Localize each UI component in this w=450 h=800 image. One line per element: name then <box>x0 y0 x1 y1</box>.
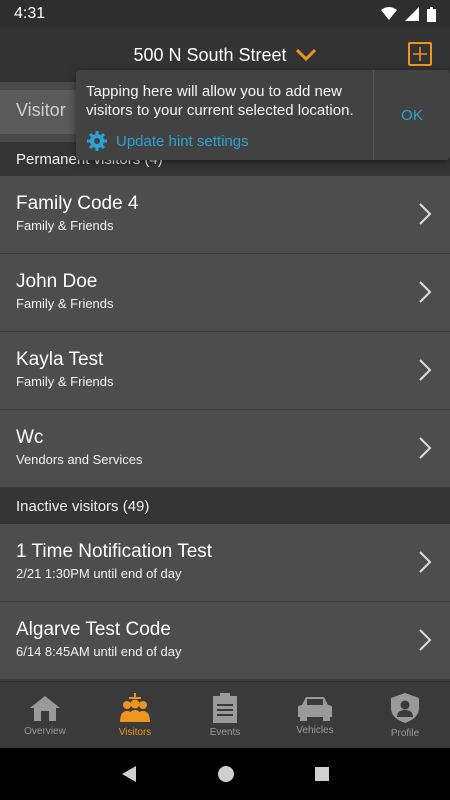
tab-profile[interactable]: Profile <box>360 682 450 748</box>
visitor-name: Kayla Test <box>16 349 104 370</box>
visitor-schedule: 6/14 8:45AM until end of day <box>16 644 182 659</box>
chevron-right-icon <box>419 281 432 303</box>
clipboard-icon <box>213 692 237 723</box>
status-bar: 4:31 <box>0 0 450 28</box>
visitor-name: John Doe <box>16 271 98 292</box>
chevron-right-icon <box>419 203 432 225</box>
car-icon <box>298 696 332 721</box>
chevron-down-icon <box>295 48 316 62</box>
shield-person-icon <box>391 692 419 723</box>
visitor-type: Family & Friends <box>16 374 114 389</box>
status-icons <box>381 6 436 22</box>
signal-icon <box>405 7 419 21</box>
visitor-type: Vendors and Services <box>16 452 143 467</box>
people-icon <box>120 692 150 722</box>
tab-label: Events <box>209 726 241 738</box>
list-item[interactable]: 1 Time Notification Test 2/21 1:30PM unt… <box>0 524 450 602</box>
visitor-type: Family & Friends <box>16 296 114 311</box>
visitor-name: 1 Time Notification Test <box>16 541 213 562</box>
add-visitor-button[interactable] <box>408 42 432 66</box>
section-label: Inactive visitors (49) <box>16 497 150 515</box>
chevron-right-icon <box>419 359 432 381</box>
tooltip-text: Tapping here will allow you to add new v… <box>86 83 354 119</box>
update-hint-settings-link[interactable]: Update hint settings <box>86 130 363 152</box>
tab-vehicles[interactable]: Vehicles <box>270 682 360 748</box>
tab-visitors[interactable]: Visitors <box>90 682 180 748</box>
location-selector[interactable]: 500 N South Street <box>133 45 316 66</box>
tab-label: Visitors <box>118 726 152 738</box>
visitor-name: Wc <box>16 427 44 448</box>
system-nav-bar <box>0 748 450 800</box>
tab-label: Vehicles <box>296 724 334 736</box>
section-header-inactive: Inactive visitors (49) <box>0 488 450 524</box>
location-label: 500 N South Street <box>133 44 287 65</box>
visitor-name: Algarve Test Code <box>16 619 171 640</box>
tab-label: Profile <box>390 727 420 739</box>
plus-icon <box>413 47 427 61</box>
recents-icon[interactable] <box>314 766 330 782</box>
tab-label: Overview <box>24 725 66 737</box>
visitor-type: Family & Friends <box>16 218 114 233</box>
chevron-right-icon <box>419 437 432 459</box>
visitor-name: Family Code 4 <box>16 193 139 214</box>
chevron-right-icon <box>419 629 432 651</box>
gear-icon <box>87 131 107 151</box>
wifi-icon <box>381 7 397 20</box>
list-item[interactable]: John Doe Family & Friends <box>0 254 450 332</box>
link-label: Update hint settings <box>116 132 249 150</box>
list-item[interactable]: Wc Vendors and Services <box>0 410 450 488</box>
tooltip-body: Tapping here will allow you to add new v… <box>76 70 374 160</box>
home-icon[interactable] <box>217 765 235 783</box>
tab-overview[interactable]: Overview <box>0 682 90 748</box>
chevron-right-icon <box>419 551 432 573</box>
hint-tooltip: Tapping here will allow you to add new v… <box>76 70 450 160</box>
list-item[interactable]: Family Code 4 Family & Friends <box>0 176 450 254</box>
search-placeholder: Visitor <box>16 100 66 120</box>
list-item[interactable]: Kayla Test Family & Friends <box>0 332 450 410</box>
tab-events[interactable]: Events <box>180 682 270 748</box>
ok-label: OK <box>401 106 423 124</box>
bottom-tab-bar: Overview Visitors Events Vehicles Profil… <box>0 681 450 748</box>
list-item[interactable]: Algarve Test Code 6/14 8:45AM until end … <box>0 602 450 680</box>
battery-icon <box>427 6 436 22</box>
status-time: 4:31 <box>14 5 46 22</box>
house-icon <box>30 695 60 721</box>
back-icon[interactable] <box>120 765 138 783</box>
ok-button[interactable]: OK <box>374 70 450 160</box>
visitor-schedule: 2/21 1:30PM until end of day <box>16 566 182 581</box>
